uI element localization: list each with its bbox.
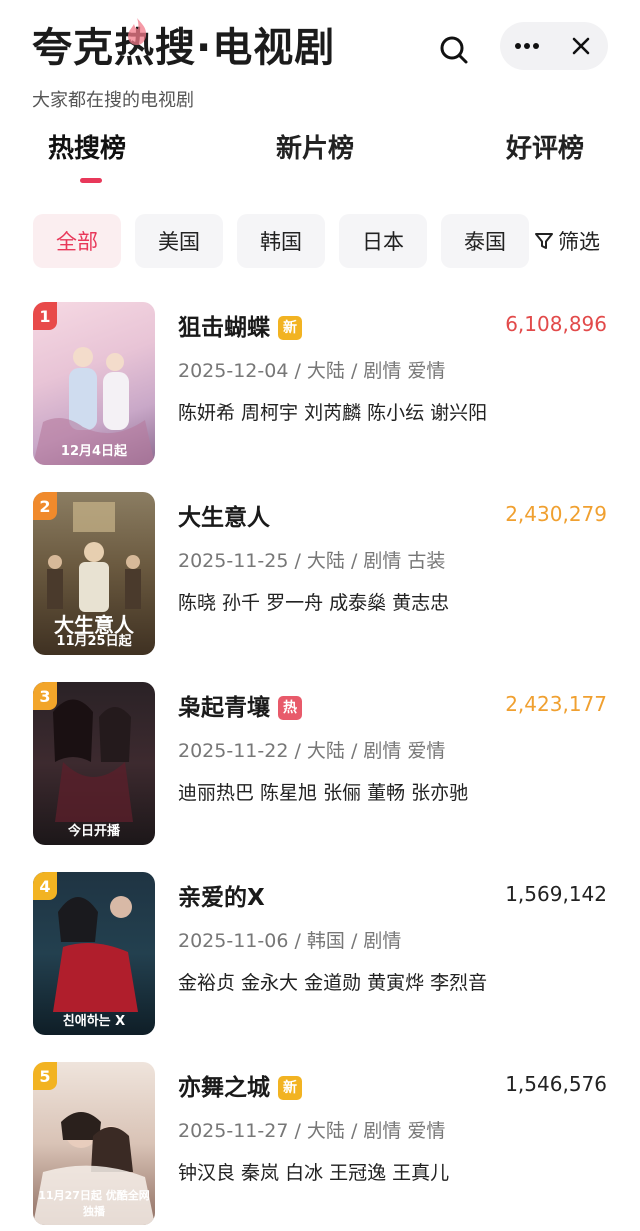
list-item[interactable]: 大生意人 2 11月25日起 大生意人 2,430,279 2025-11-25… — [0, 490, 640, 656]
poster-image: 5 11月27日起 优酷全网独播 — [33, 1062, 155, 1225]
show-cast: 金裕贞 金永大 金道勋 黄寅烨 李烈音 — [178, 972, 488, 994]
rank-badge: 5 — [33, 1062, 57, 1090]
heat-value: 1,569,142 — [505, 882, 607, 906]
title-wrap: 夸克热搜·电视剧 — [32, 18, 336, 74]
show-title-row: 亦舞之城新 — [178, 1068, 302, 1102]
more-button[interactable] — [500, 22, 554, 70]
show-cast: 陈晓 孙千 罗一舟 成泰燊 黄志忠 — [178, 592, 450, 614]
filter-chip-japan[interactable]: 日本 — [339, 214, 427, 268]
active-tab-indicator — [80, 178, 102, 183]
list-item[interactable]: 3 今日开播 枭起青壤热 2,423,177 2025-11-22 / 大陆 /… — [0, 680, 640, 846]
heat-value: 2,423,177 — [505, 692, 607, 716]
flame-icon — [128, 18, 147, 45]
filter-icon — [535, 233, 553, 249]
show-title: 亦舞之城 — [178, 1075, 270, 1101]
filter-button[interactable]: 筛选 — [534, 214, 600, 268]
hot-badge: 热 — [278, 696, 302, 720]
page-subtitle: 大家都在搜的电视剧 — [32, 90, 194, 111]
heat-value: 6,108,896 — [505, 312, 607, 336]
filter-chip-korea[interactable]: 韩国 — [237, 214, 325, 268]
poster-caption: 11月25日起 — [56, 634, 132, 649]
heat-value: 2,430,279 — [505, 502, 607, 526]
show-title: 狙击蝴蝶 — [178, 315, 270, 341]
new-badge: 新 — [278, 316, 302, 340]
show-cast: 迪丽热巴 陈星旭 张俪 董畅 张亦驰 — [178, 782, 469, 804]
poster-image: 4 친애하는 X — [33, 872, 155, 1035]
more-icon — [515, 43, 539, 49]
page-header: 夸克热搜·电视剧 大家都在搜的电视剧 — [0, 0, 640, 120]
show-cast: 陈妍希 周柯宇 刘芮麟 陈小纭 谢兴阳 — [178, 402, 488, 424]
show-meta: 2025-11-22 / 大陆 / 剧情 爱情 — [178, 740, 446, 762]
tab-top-rated[interactable]: 好评榜 — [506, 128, 584, 165]
new-badge: 新 — [278, 1076, 302, 1100]
list-item[interactable]: 4 친애하는 X 亲爱的X 1,569,142 2025-11-06 / 韩国 … — [0, 870, 640, 1036]
show-cast: 钟汉良 秦岚 白冰 王冠逸 王真儿 — [178, 1162, 450, 1184]
show-title: 枭起青壤 — [178, 695, 270, 721]
poster-caption: 친애하는 X — [62, 1014, 126, 1029]
rank-badge: 3 — [33, 682, 57, 710]
tab-hot-search[interactable]: 热搜榜 — [48, 128, 126, 165]
close-icon — [572, 37, 590, 55]
poster-image: 1 12月4日起 — [33, 302, 155, 465]
page-title: 夸克热搜·电视剧 — [32, 25, 336, 71]
poster-caption: 今日开播 — [67, 824, 120, 839]
list-item[interactable]: 1 12月4日起 狙击蝴蝶新 6,108,896 2025-12-04 / 大陆… — [0, 300, 640, 466]
rank-badge: 2 — [33, 492, 57, 520]
show-title: 大生意人 — [178, 505, 270, 531]
heat-value: 1,546,576 — [505, 1072, 607, 1096]
filter-chip-thailand[interactable]: 泰国 — [441, 214, 529, 268]
filter-chip-all[interactable]: 全部 — [33, 214, 121, 268]
close-button[interactable] — [554, 22, 608, 70]
show-meta: 2025-12-04 / 大陆 / 剧情 爱情 — [178, 360, 446, 382]
poster-caption: 12月4日起 — [60, 444, 128, 459]
show-meta: 2025-11-06 / 韩国 / 剧情 — [178, 930, 402, 952]
filter-label: 筛选 — [558, 230, 600, 254]
search-icon — [440, 36, 468, 64]
search-button[interactable] — [432, 28, 476, 72]
region-filters: 全部 美国 韩国 日本 泰国 筛选 — [0, 214, 640, 270]
list-item[interactable]: 5 11月27日起 优酷全网独播 亦舞之城新 1,546,576 2025-11… — [0, 1060, 640, 1226]
mini-program-capsule — [500, 22, 608, 70]
show-title-row: 枭起青壤热 — [178, 688, 302, 722]
tab-new-releases[interactable]: 新片榜 — [276, 128, 354, 165]
show-title-row: 狙击蝴蝶新 — [178, 308, 302, 342]
rank-badge: 1 — [33, 302, 57, 330]
show-meta: 2025-11-27 / 大陆 / 剧情 爱情 — [178, 1120, 446, 1142]
poster-caption: 11月27日起 优酷全网独播 — [38, 1189, 150, 1218]
poster-image: 大生意人 2 11月25日起 — [33, 492, 155, 655]
rank-badge: 4 — [33, 872, 57, 900]
filter-chip-usa[interactable]: 美国 — [135, 214, 223, 268]
show-title: 亲爱的X — [178, 885, 265, 911]
poster-image: 3 今日开播 — [33, 682, 155, 845]
show-meta: 2025-11-25 / 大陆 / 剧情 古装 — [178, 550, 446, 572]
